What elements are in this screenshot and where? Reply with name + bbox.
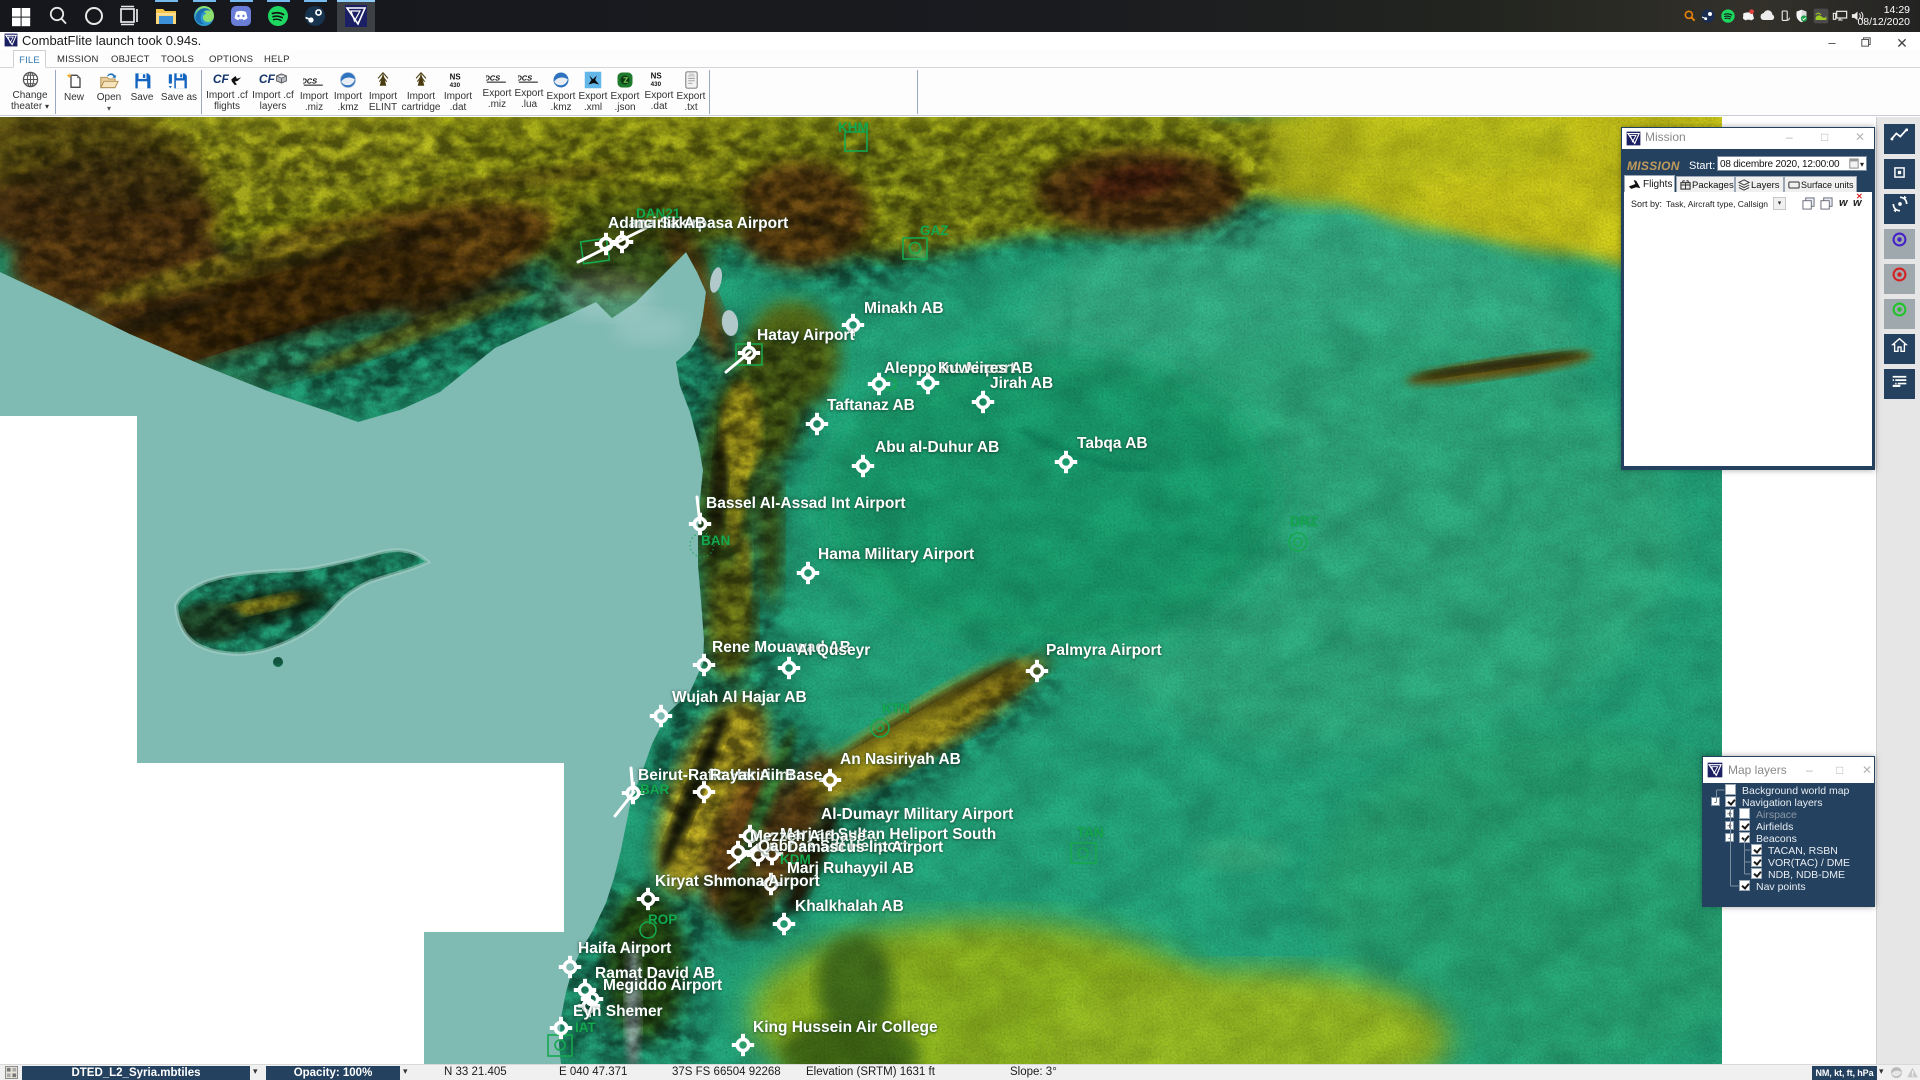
svg-text:CF: CF: [259, 72, 276, 86]
svg-text:430: 430: [651, 81, 662, 88]
svg-text:CF: CF: [213, 72, 230, 86]
svg-text:NS: NS: [651, 72, 662, 81]
svg-text:DCS: DCS: [486, 74, 501, 83]
svg-text:NS: NS: [450, 73, 461, 82]
svg-text:430: 430: [450, 82, 461, 89]
svg-text:DCS: DCS: [303, 77, 318, 86]
svg-text:DCS: DCS: [518, 74, 533, 83]
